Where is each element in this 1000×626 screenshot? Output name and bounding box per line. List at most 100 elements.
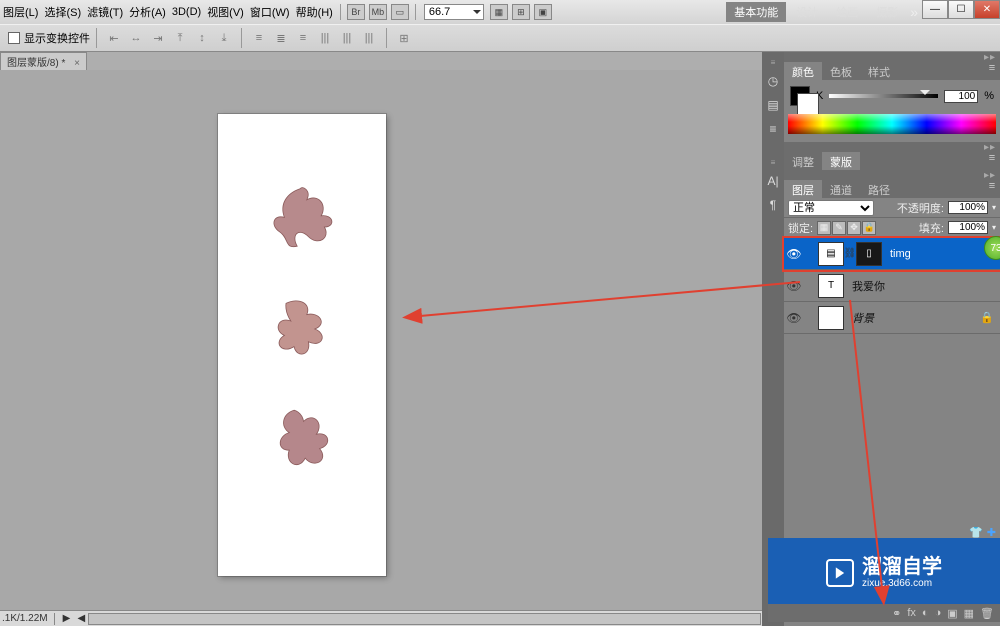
menu-filter[interactable]: 滤镜(T) (84, 4, 126, 20)
hscroll-track[interactable] (88, 613, 761, 625)
workspace-tab-design[interactable]: 设计 (788, 2, 826, 22)
layer-row-text[interactable]: 👁 T 我爱你 (784, 270, 1000, 302)
arrange-docs-icon[interactable]: ⊞ (512, 4, 530, 20)
window-minimize-button[interactable]: — (922, 0, 948, 19)
mask-link-icon[interactable]: ⛓ (846, 242, 854, 266)
link-layers-icon[interactable]: ⚭ (892, 607, 901, 620)
align-left-icon[interactable]: ⇤ (105, 29, 123, 47)
status-menu-icon[interactable]: ▶ (59, 613, 75, 624)
minibridge-icon[interactable]: Mb (369, 4, 387, 20)
menu-3d[interactable]: 3D(D) (169, 6, 204, 18)
color-panel-header[interactable]: ▸▸ (784, 52, 1000, 62)
tab-masks[interactable]: 蒙版 (822, 152, 860, 170)
new-layer-icon[interactable]: ▦ (964, 607, 974, 620)
layers-panel-menu-icon[interactable]: ≡ (984, 180, 1000, 198)
color-spectrum[interactable] (788, 114, 996, 134)
zoom-select[interactable]: 66.7 (424, 4, 484, 20)
layer-row-background[interactable]: 👁 背景 🔒 (784, 302, 1000, 334)
fill-input[interactable]: 100% (948, 221, 988, 234)
distribute-hcenter-icon[interactable]: ||| (338, 29, 356, 47)
dock-handle-2[interactable]: ≡ (762, 158, 784, 166)
distribute-vcenter-icon[interactable]: ≣ (272, 29, 290, 47)
visibility-toggle-icon[interactable]: 👁 (784, 279, 804, 293)
adjust-panel-menu-icon[interactable]: ≡ (984, 152, 1000, 170)
k-slider[interactable] (829, 94, 938, 98)
opacity-input[interactable]: 100% (948, 201, 988, 214)
blend-mode-select[interactable]: 正常 (788, 200, 874, 216)
layer-mask-icon[interactable]: ◐ (922, 607, 929, 619)
properties-panel-icon[interactable]: ≡ (765, 122, 781, 138)
screen-mode-icon[interactable]: ▭ (391, 4, 409, 20)
puzzle-icon[interactable]: ✚ (987, 526, 996, 539)
character-panel-icon[interactable]: A| (765, 174, 781, 190)
distribute-right-icon[interactable]: ||| (360, 29, 378, 47)
align-hcenter-icon[interactable]: ↔ (127, 29, 145, 47)
layer-group-icon[interactable]: ▣ (947, 607, 957, 620)
visibility-toggle-icon[interactable]: 👁 (784, 247, 804, 261)
align-bottom-icon[interactable]: ⤓ (215, 29, 233, 47)
color-panel-menu-icon[interactable]: ≡ (984, 62, 1000, 80)
window-close-button[interactable]: ✕ (974, 0, 1000, 19)
bridge-icon[interactable]: Br (347, 4, 365, 20)
foreground-background-swatch[interactable] (790, 86, 810, 106)
visibility-toggle-icon[interactable]: 👁 (784, 311, 804, 325)
layers-panel-header[interactable]: ▸▸ (784, 170, 1000, 180)
show-transform-checkbox[interactable] (8, 32, 20, 44)
tab-styles[interactable]: 样式 (860, 62, 898, 80)
layer-thumb[interactable]: ▤ (818, 242, 844, 266)
fill-dropdown-icon[interactable]: ▾ (992, 223, 996, 232)
layer-name[interactable]: 我爱你 (846, 278, 885, 294)
actions-panel-icon[interactable]: ▤ (765, 98, 781, 114)
layer-name[interactable]: 背景 (846, 310, 874, 326)
lock-paint-icon[interactable]: ✎ (832, 221, 846, 235)
workspace-tab-photography[interactable]: 摄影 (868, 2, 906, 22)
workspace-more-icon[interactable]: » (908, 4, 920, 20)
tab-channels[interactable]: 通道 (822, 180, 860, 198)
dock-handle[interactable]: ≡ (762, 58, 784, 66)
layer-mask-thumb[interactable]: ▯ (856, 242, 882, 266)
menu-view[interactable]: 视图(V) (204, 4, 247, 20)
menu-layer[interactable]: 图层(L) (0, 4, 41, 20)
menu-window[interactable]: 窗口(W) (247, 4, 293, 20)
menu-help[interactable]: 帮助(H) (293, 4, 336, 20)
lock-transparent-icon[interactable]: ▦ (817, 221, 831, 235)
view-extras-icon[interactable]: ▦ (490, 4, 508, 20)
window-maximize-button[interactable]: ☐ (948, 0, 974, 19)
tab-adjustments[interactable]: 调整 (784, 152, 822, 170)
adjust-panel-header[interactable]: ▸▸ (784, 142, 1000, 152)
layer-name[interactable]: timg (884, 248, 911, 260)
lock-all-icon[interactable]: 🔒 (862, 221, 876, 235)
lock-position-icon[interactable]: ✥ (847, 221, 861, 235)
bg-layer-thumb[interactable] (818, 306, 844, 330)
opacity-dropdown-icon[interactable]: ▾ (992, 203, 996, 212)
paragraph-panel-icon[interactable]: ¶ (765, 198, 781, 214)
tab-paths[interactable]: 路径 (860, 180, 898, 198)
workspace-switcher[interactable]: 基本功能 设计 绘画 摄影 » (726, 0, 920, 24)
workspace-tab-painting[interactable]: 绘画 (828, 2, 866, 22)
auto-align-icon[interactable]: ⊞ (395, 29, 413, 47)
k-value-input[interactable]: 100 (944, 90, 978, 103)
screen-layout-icon[interactable]: ▣ (534, 4, 552, 20)
distribute-top-icon[interactable]: ≡ (250, 29, 268, 47)
menu-analysis[interactable]: 分析(A) (126, 4, 169, 20)
shirt-icon[interactable]: 👕 (969, 526, 983, 539)
hscroll-left-button[interactable]: ◀ (74, 613, 88, 624)
layer-row-timg[interactable]: 👁 ▤ ⛓ ▯ timg (784, 238, 1000, 270)
distribute-bottom-icon[interactable]: ≡ (294, 29, 312, 47)
align-vcenter-icon[interactable]: ↕ (193, 29, 211, 47)
history-panel-icon[interactable]: ◷ (765, 74, 781, 90)
workspace-tab-essentials[interactable]: 基本功能 (726, 2, 786, 22)
document-tab-close-icon[interactable]: × (74, 58, 80, 69)
document-tab[interactable]: 图层蒙版/8) * × (0, 52, 87, 71)
adjustment-layer-icon[interactable]: ◑ (935, 607, 942, 619)
canvas-area[interactable] (0, 70, 762, 610)
menu-select[interactable]: 选择(S) (41, 4, 84, 20)
align-top-icon[interactable]: ⤒ (171, 29, 189, 47)
layer-fx-icon[interactable]: fx (907, 607, 916, 619)
text-layer-thumb[interactable]: T (818, 274, 844, 298)
tab-color[interactable]: 颜色 (784, 62, 822, 80)
align-right-icon[interactable]: ⇥ (149, 29, 167, 47)
tab-swatches[interactable]: 色板 (822, 62, 860, 80)
delete-layer-icon[interactable]: 🗑 (980, 607, 994, 620)
distribute-left-icon[interactable]: ||| (316, 29, 334, 47)
